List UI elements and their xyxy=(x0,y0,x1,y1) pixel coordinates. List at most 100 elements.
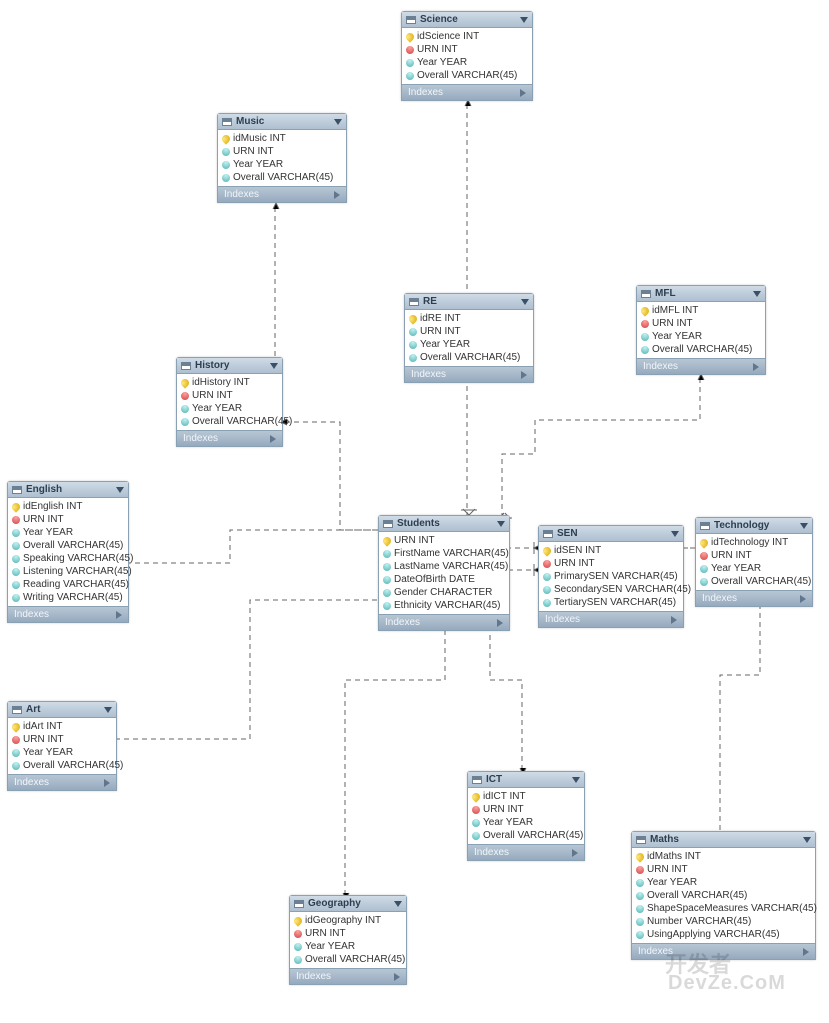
table-art[interactable]: Art idArt INTURN INTYear YEAROverall VARC… xyxy=(7,701,117,791)
column-row[interactable]: Overall VARCHAR(45) xyxy=(468,829,584,842)
indexes-section[interactable]: Indexes xyxy=(402,84,532,100)
column-row[interactable]: Year YEAR xyxy=(290,940,406,953)
column-row[interactable]: LastName VARCHAR(45) xyxy=(379,560,509,573)
column-row[interactable]: FirstName VARCHAR(45) xyxy=(379,547,509,560)
column-row[interactable]: URN INT xyxy=(539,557,683,570)
collapse-icon[interactable] xyxy=(334,119,342,125)
table-header[interactable]: Geography xyxy=(290,896,406,912)
column-row[interactable]: DateOfBirth DATE xyxy=(379,573,509,586)
column-row[interactable]: Writing VARCHAR(45) xyxy=(8,591,128,604)
column-row[interactable]: URN INT xyxy=(8,733,116,746)
collapse-icon[interactable] xyxy=(394,901,402,907)
column-row[interactable]: idHistory INT xyxy=(177,376,282,389)
column-row[interactable]: Year YEAR xyxy=(405,338,533,351)
column-row[interactable]: idMFL INT xyxy=(637,304,765,317)
column-row[interactable]: Overall VARCHAR(45) xyxy=(402,69,532,82)
column-row[interactable]: Overall VARCHAR(45) xyxy=(177,415,282,428)
column-row[interactable]: idEnglish INT xyxy=(8,500,128,513)
column-row[interactable]: Overall VARCHAR(45) xyxy=(696,575,812,588)
indexes-section[interactable]: Indexes xyxy=(637,358,765,374)
column-row[interactable]: idArt INT xyxy=(8,720,116,733)
column-row[interactable]: URN INT xyxy=(402,43,532,56)
table-header[interactable]: Technology xyxy=(696,518,812,534)
collapse-icon[interactable] xyxy=(270,363,278,369)
table-header[interactable]: Art xyxy=(8,702,116,718)
column-row[interactable]: Year YEAR xyxy=(177,402,282,415)
column-row[interactable]: URN INT xyxy=(632,863,815,876)
column-row[interactable]: Overall VARCHAR(45) xyxy=(8,539,128,552)
indexes-section[interactable]: Indexes xyxy=(405,366,533,382)
indexes-section[interactable]: Indexes xyxy=(177,430,282,446)
table-music[interactable]: Music idMusic INTURN INTYear YEAROverall … xyxy=(217,113,347,203)
column-row[interactable]: URN INT xyxy=(468,803,584,816)
column-row[interactable]: Year YEAR xyxy=(218,158,346,171)
collapse-icon[interactable] xyxy=(521,299,529,305)
column-row[interactable]: URN INT xyxy=(218,145,346,158)
column-row[interactable]: Overall VARCHAR(45) xyxy=(8,759,116,772)
column-row[interactable]: Overall VARCHAR(45) xyxy=(637,343,765,356)
table-sen[interactable]: SEN idSEN INTURN INTPrimarySEN VARCHAR(45… xyxy=(538,525,684,628)
indexes-section[interactable]: Indexes xyxy=(696,590,812,606)
column-row[interactable]: Overall VARCHAR(45) xyxy=(632,889,815,902)
column-row[interactable]: Year YEAR xyxy=(637,330,765,343)
indexes-section[interactable]: Indexes xyxy=(290,968,406,984)
column-row[interactable]: Year YEAR xyxy=(468,816,584,829)
table-header[interactable]: Science xyxy=(402,12,532,28)
column-row[interactable]: idSEN INT xyxy=(539,544,683,557)
table-header[interactable]: History xyxy=(177,358,282,374)
column-row[interactable]: Year YEAR xyxy=(632,876,815,889)
column-row[interactable]: idRE INT xyxy=(405,312,533,325)
column-row[interactable]: Overall VARCHAR(45) xyxy=(218,171,346,184)
table-header[interactable]: MFL xyxy=(637,286,765,302)
table-maths[interactable]: Maths idMaths INTURN INTYear YEAROverall … xyxy=(631,831,816,960)
table-history[interactable]: HistoryidHistory INTURN INTYear YEAROver… xyxy=(176,357,283,447)
table-students[interactable]: Students URN INTFirstName VARCHAR(45)Last… xyxy=(378,515,510,631)
column-row[interactable]: idICT INT xyxy=(468,790,584,803)
column-row[interactable]: URN INT xyxy=(696,549,812,562)
column-row[interactable]: idMusic INT xyxy=(218,132,346,145)
column-row[interactable]: Overall VARCHAR(45) xyxy=(290,953,406,966)
collapse-icon[interactable] xyxy=(800,523,808,529)
column-row[interactable]: Number VARCHAR(45) xyxy=(632,915,815,928)
collapse-icon[interactable] xyxy=(572,777,580,783)
table-header[interactable]: SEN xyxy=(539,526,683,542)
table-english[interactable]: EnglishidEnglish INTURN INTYear YEAROver… xyxy=(7,481,129,623)
column-row[interactable]: TertiarySEN VARCHAR(45) xyxy=(539,596,683,609)
table-geography[interactable]: Geography idGeography INTURN INTYear YEAR… xyxy=(289,895,407,985)
column-row[interactable]: idTechnology INT xyxy=(696,536,812,549)
collapse-icon[interactable] xyxy=(671,531,679,537)
collapse-icon[interactable] xyxy=(104,707,112,713)
table-header[interactable]: ICT xyxy=(468,772,584,788)
column-row[interactable]: URN INT xyxy=(637,317,765,330)
collapse-icon[interactable] xyxy=(497,521,505,527)
table-header[interactable]: Music xyxy=(218,114,346,130)
column-row[interactable]: PrimarySEN VARCHAR(45) xyxy=(539,570,683,583)
column-row[interactable]: ShapeSpaceMeasures VARCHAR(45) xyxy=(632,902,815,915)
column-row[interactable]: Year YEAR xyxy=(8,746,116,759)
table-header[interactable]: English xyxy=(8,482,128,498)
column-row[interactable]: idGeography INT xyxy=(290,914,406,927)
column-row[interactable]: Overall VARCHAR(45) xyxy=(405,351,533,364)
table-header[interactable]: Maths xyxy=(632,832,815,848)
column-row[interactable]: Gender CHARACTER xyxy=(379,586,509,599)
table-header[interactable]: Students xyxy=(379,516,509,532)
column-row[interactable]: URN INT xyxy=(379,534,509,547)
indexes-section[interactable]: Indexes xyxy=(8,774,116,790)
column-row[interactable]: idScience INT xyxy=(402,30,532,43)
column-row[interactable]: Year YEAR xyxy=(696,562,812,575)
column-row[interactable]: UsingApplying VARCHAR(45) xyxy=(632,928,815,941)
column-row[interactable]: URN INT xyxy=(290,927,406,940)
indexes-section[interactable]: Indexes xyxy=(379,614,509,630)
indexes-section[interactable]: Indexes xyxy=(539,611,683,627)
column-row[interactable]: Speaking VARCHAR(45) xyxy=(8,552,128,565)
column-row[interactable]: URN INT xyxy=(8,513,128,526)
collapse-icon[interactable] xyxy=(803,837,811,843)
column-row[interactable]: URN INT xyxy=(405,325,533,338)
indexes-section[interactable]: Indexes xyxy=(8,606,128,622)
column-row[interactable]: idMaths INT xyxy=(632,850,815,863)
table-header[interactable]: RE xyxy=(405,294,533,310)
table-ict[interactable]: ICT idICT INTURN INTYear YEAROverall VARC… xyxy=(467,771,585,861)
table-re[interactable]: RE idRE INTURN INTYear YEAROverall VARCHA… xyxy=(404,293,534,383)
collapse-icon[interactable] xyxy=(520,17,528,23)
collapse-icon[interactable] xyxy=(753,291,761,297)
